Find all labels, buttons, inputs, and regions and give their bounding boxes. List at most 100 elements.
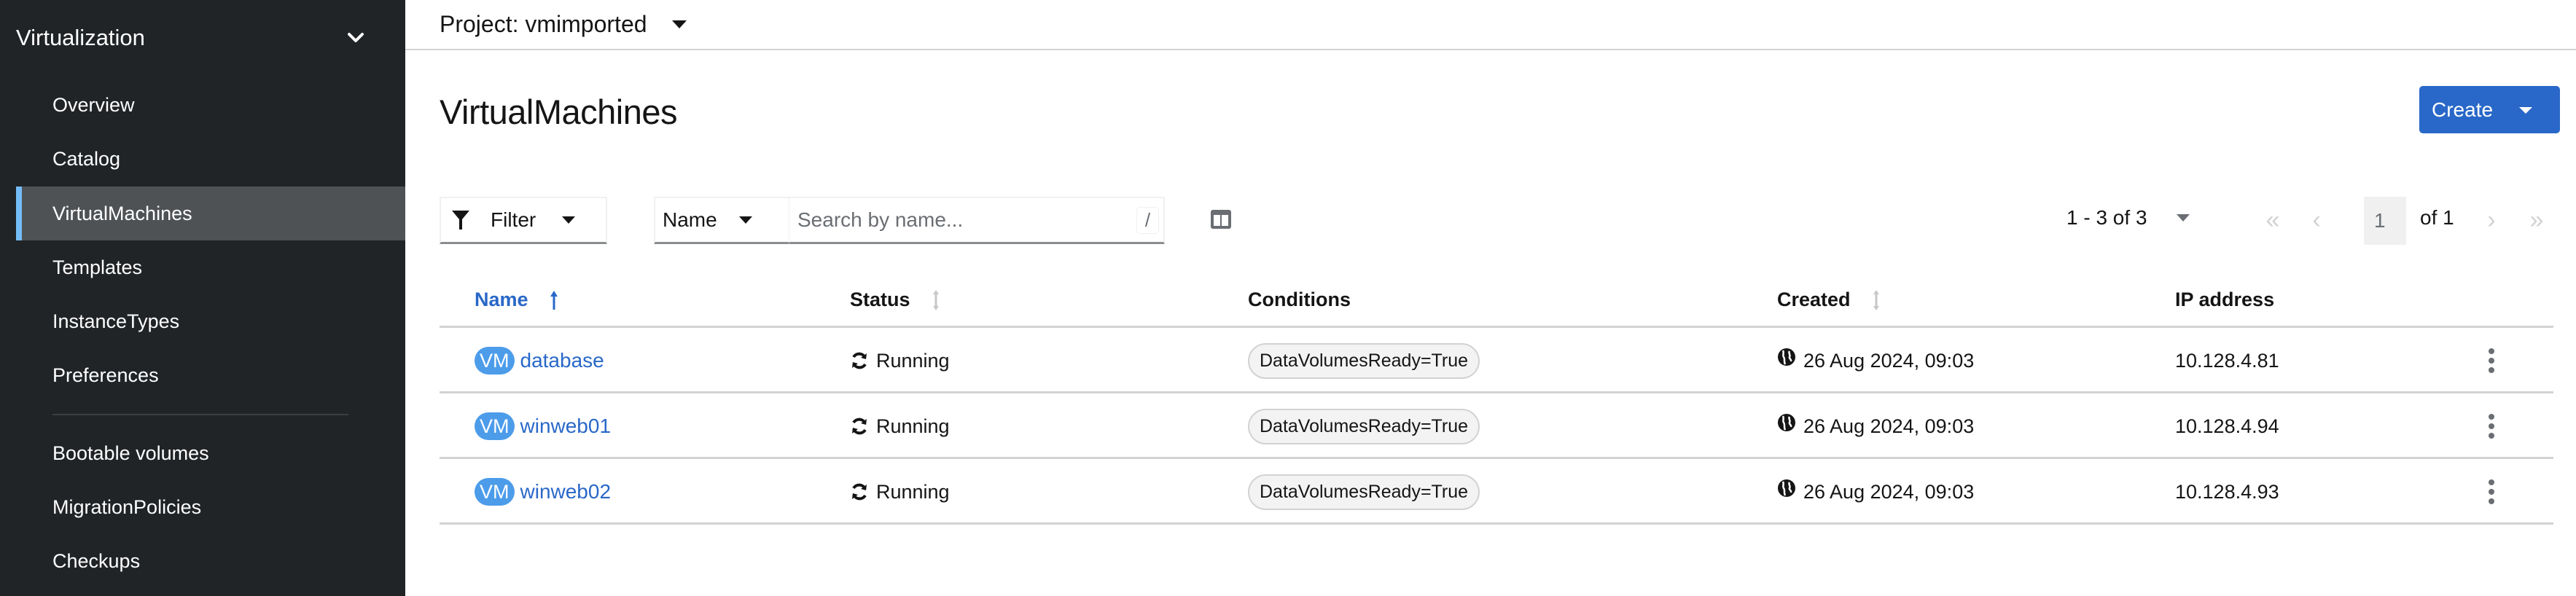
filter-icon (452, 211, 469, 230)
table-row: VM database Running DataVolumesReady=Tru… (440, 328, 2553, 393)
vm-name-link[interactable]: database (520, 349, 604, 372)
filter-label: Filter (491, 208, 536, 231)
double-chevron-left-icon: « (2265, 205, 2280, 234)
created-date: 26 Aug 2024, 09:03 (1803, 480, 1975, 503)
sidebar-item-bootable-volumes[interactable]: Bootable volumes (16, 426, 405, 480)
sidebar-item-label: Checkups (52, 549, 141, 572)
sidebar-item-preferences[interactable]: Preferences (16, 348, 405, 402)
cell-actions (2484, 459, 2499, 525)
sidebar-item-instancetypes[interactable]: InstanceTypes (16, 294, 405, 348)
manage-columns-icon[interactable] (1210, 209, 1232, 230)
cell-name: VM winweb02 (475, 459, 611, 525)
sidebar-item-label: VirtualMachines (52, 202, 192, 224)
last-page-button[interactable]: » (2522, 204, 2551, 236)
cell-status: Running (850, 328, 950, 393)
sidebar-item-checkups[interactable]: Checkups (16, 534, 405, 588)
condition-chip: DataVolumesReady=True (1248, 474, 1480, 510)
ip-address: 10.128.4.81 (2175, 349, 2279, 372)
pagination-range: 1 - 3 of 3 (2066, 206, 2147, 229)
sort-icon (1873, 289, 1879, 310)
cell-created: 26 Aug 2024, 09:03 (1777, 459, 1974, 525)
sidebar-divider (52, 414, 348, 415)
condition-chip: DataVolumesReady=True (1248, 342, 1480, 379)
sync-icon (852, 483, 867, 501)
attribute-dropdown[interactable]: Name (654, 197, 789, 244)
project-selector[interactable]: Project: vmimported (440, 11, 687, 38)
cell-conditions: DataVolumesReady=True (1248, 328, 1480, 393)
ip-address: 10.128.4.94 (2175, 415, 2279, 437)
sidebar-item-label: InstanceTypes (52, 310, 180, 332)
vm-name-link[interactable]: winweb01 (520, 415, 612, 438)
column-header-label: Name (475, 289, 528, 310)
caret-down-icon (671, 20, 687, 28)
cell-status: Running (850, 459, 950, 525)
cell-ip-address: 10.128.4.93 (2175, 459, 2279, 525)
sidebar: Virtualization Overview Catalog VirtualM… (0, 0, 405, 596)
cell-created: 26 Aug 2024, 09:03 (1777, 328, 1974, 393)
kebab-menu-icon[interactable] (2484, 346, 2499, 375)
cell-conditions: DataVolumesReady=True (1248, 459, 1480, 525)
sort-ascending-icon (550, 290, 558, 310)
column-header-created[interactable]: Created (1777, 289, 1881, 311)
project-label: Project: vmimported (440, 11, 647, 37)
caret-down-icon (738, 216, 752, 224)
vm-badge: VM (475, 347, 515, 375)
sidebar-item-label: Bootable volumes (52, 442, 209, 464)
condition-chip: DataVolumesReady=True (1248, 408, 1480, 444)
search-shortcut-hint: / (1136, 207, 1159, 234)
page-title: VirtualMachines (440, 93, 678, 131)
attribute-label: Name (663, 208, 717, 231)
sidebar-item-templates[interactable]: Templates (16, 240, 405, 294)
column-header-status[interactable]: Status (850, 289, 941, 311)
kebab-menu-icon[interactable] (2484, 412, 2499, 441)
sidebar-item-migrationpolicies[interactable]: MigrationPolicies (16, 480, 405, 534)
total-pages-label: of 1 (2420, 206, 2454, 229)
double-chevron-right-icon: » (2529, 205, 2544, 234)
sidebar-item-overview[interactable]: Overview (16, 78, 405, 132)
column-header-ip-address: IP address (2175, 289, 2274, 311)
cell-conditions: DataVolumesReady=True (1248, 393, 1480, 459)
table-header: Name Status Conditions Created IP addres… (440, 270, 2553, 328)
sidebar-section-virtualization[interactable]: Virtualization (16, 16, 366, 60)
column-header-label: IP address (2175, 289, 2275, 310)
kebab-menu-icon[interactable] (2484, 477, 2499, 506)
sort-icon (932, 289, 939, 310)
first-page-button[interactable]: « (2258, 204, 2287, 236)
current-page-input[interactable] (2364, 197, 2406, 245)
cell-actions (2484, 393, 2499, 459)
column-header-name[interactable]: Name (475, 289, 559, 311)
vm-name-link[interactable]: winweb02 (520, 480, 612, 503)
pagination-per-page-toggle[interactable]: 1 - 3 of 3 (2066, 206, 2190, 230)
next-page-button[interactable]: › (2477, 204, 2506, 236)
sidebar-item-virtualmachines[interactable]: VirtualMachines (16, 187, 405, 240)
table-row: VM winweb01 Running DataVolumesReady=Tru… (440, 393, 2553, 459)
sidebar-item-catalog[interactable]: Catalog (16, 132, 405, 186)
virtualmachines-table: Name Status Conditions Created IP addres… (440, 270, 2553, 525)
table-row: VM winweb02 Running DataVolumesReady=Tru… (440, 459, 2553, 525)
sidebar-item-label: MigrationPolicies (52, 495, 202, 518)
cell-ip-address: 10.128.4.81 (2175, 328, 2279, 393)
search-box: / (789, 197, 1165, 244)
ip-address: 10.128.4.93 (2175, 480, 2279, 503)
globe-icon (1778, 348, 1795, 366)
chevron-down-icon (346, 28, 366, 48)
column-header-conditions: Conditions (1248, 289, 1351, 311)
create-button[interactable]: Create (2419, 86, 2560, 133)
cell-ip-address: 10.128.4.94 (2175, 393, 2279, 459)
status-text: Running (876, 415, 950, 437)
sync-icon (852, 417, 867, 435)
status-text: Running (876, 349, 950, 372)
filter-dropdown[interactable]: Filter (440, 197, 607, 244)
sync-icon (852, 352, 867, 369)
previous-page-button[interactable]: ‹ (2302, 204, 2331, 236)
created-date: 26 Aug 2024, 09:03 (1803, 349, 1975, 372)
sidebar-item-label: Catalog (52, 147, 121, 170)
search-input[interactable] (797, 208, 1118, 232)
caret-down-icon (562, 216, 576, 224)
cell-actions (2484, 328, 2499, 393)
project-bar: Project: vmimported (405, 0, 2576, 50)
create-button-label: Create (2432, 98, 2494, 121)
sidebar-section-title: Virtualization (16, 25, 145, 50)
vm-badge: VM (475, 478, 515, 506)
chevron-left-icon: ‹ (2312, 205, 2321, 234)
